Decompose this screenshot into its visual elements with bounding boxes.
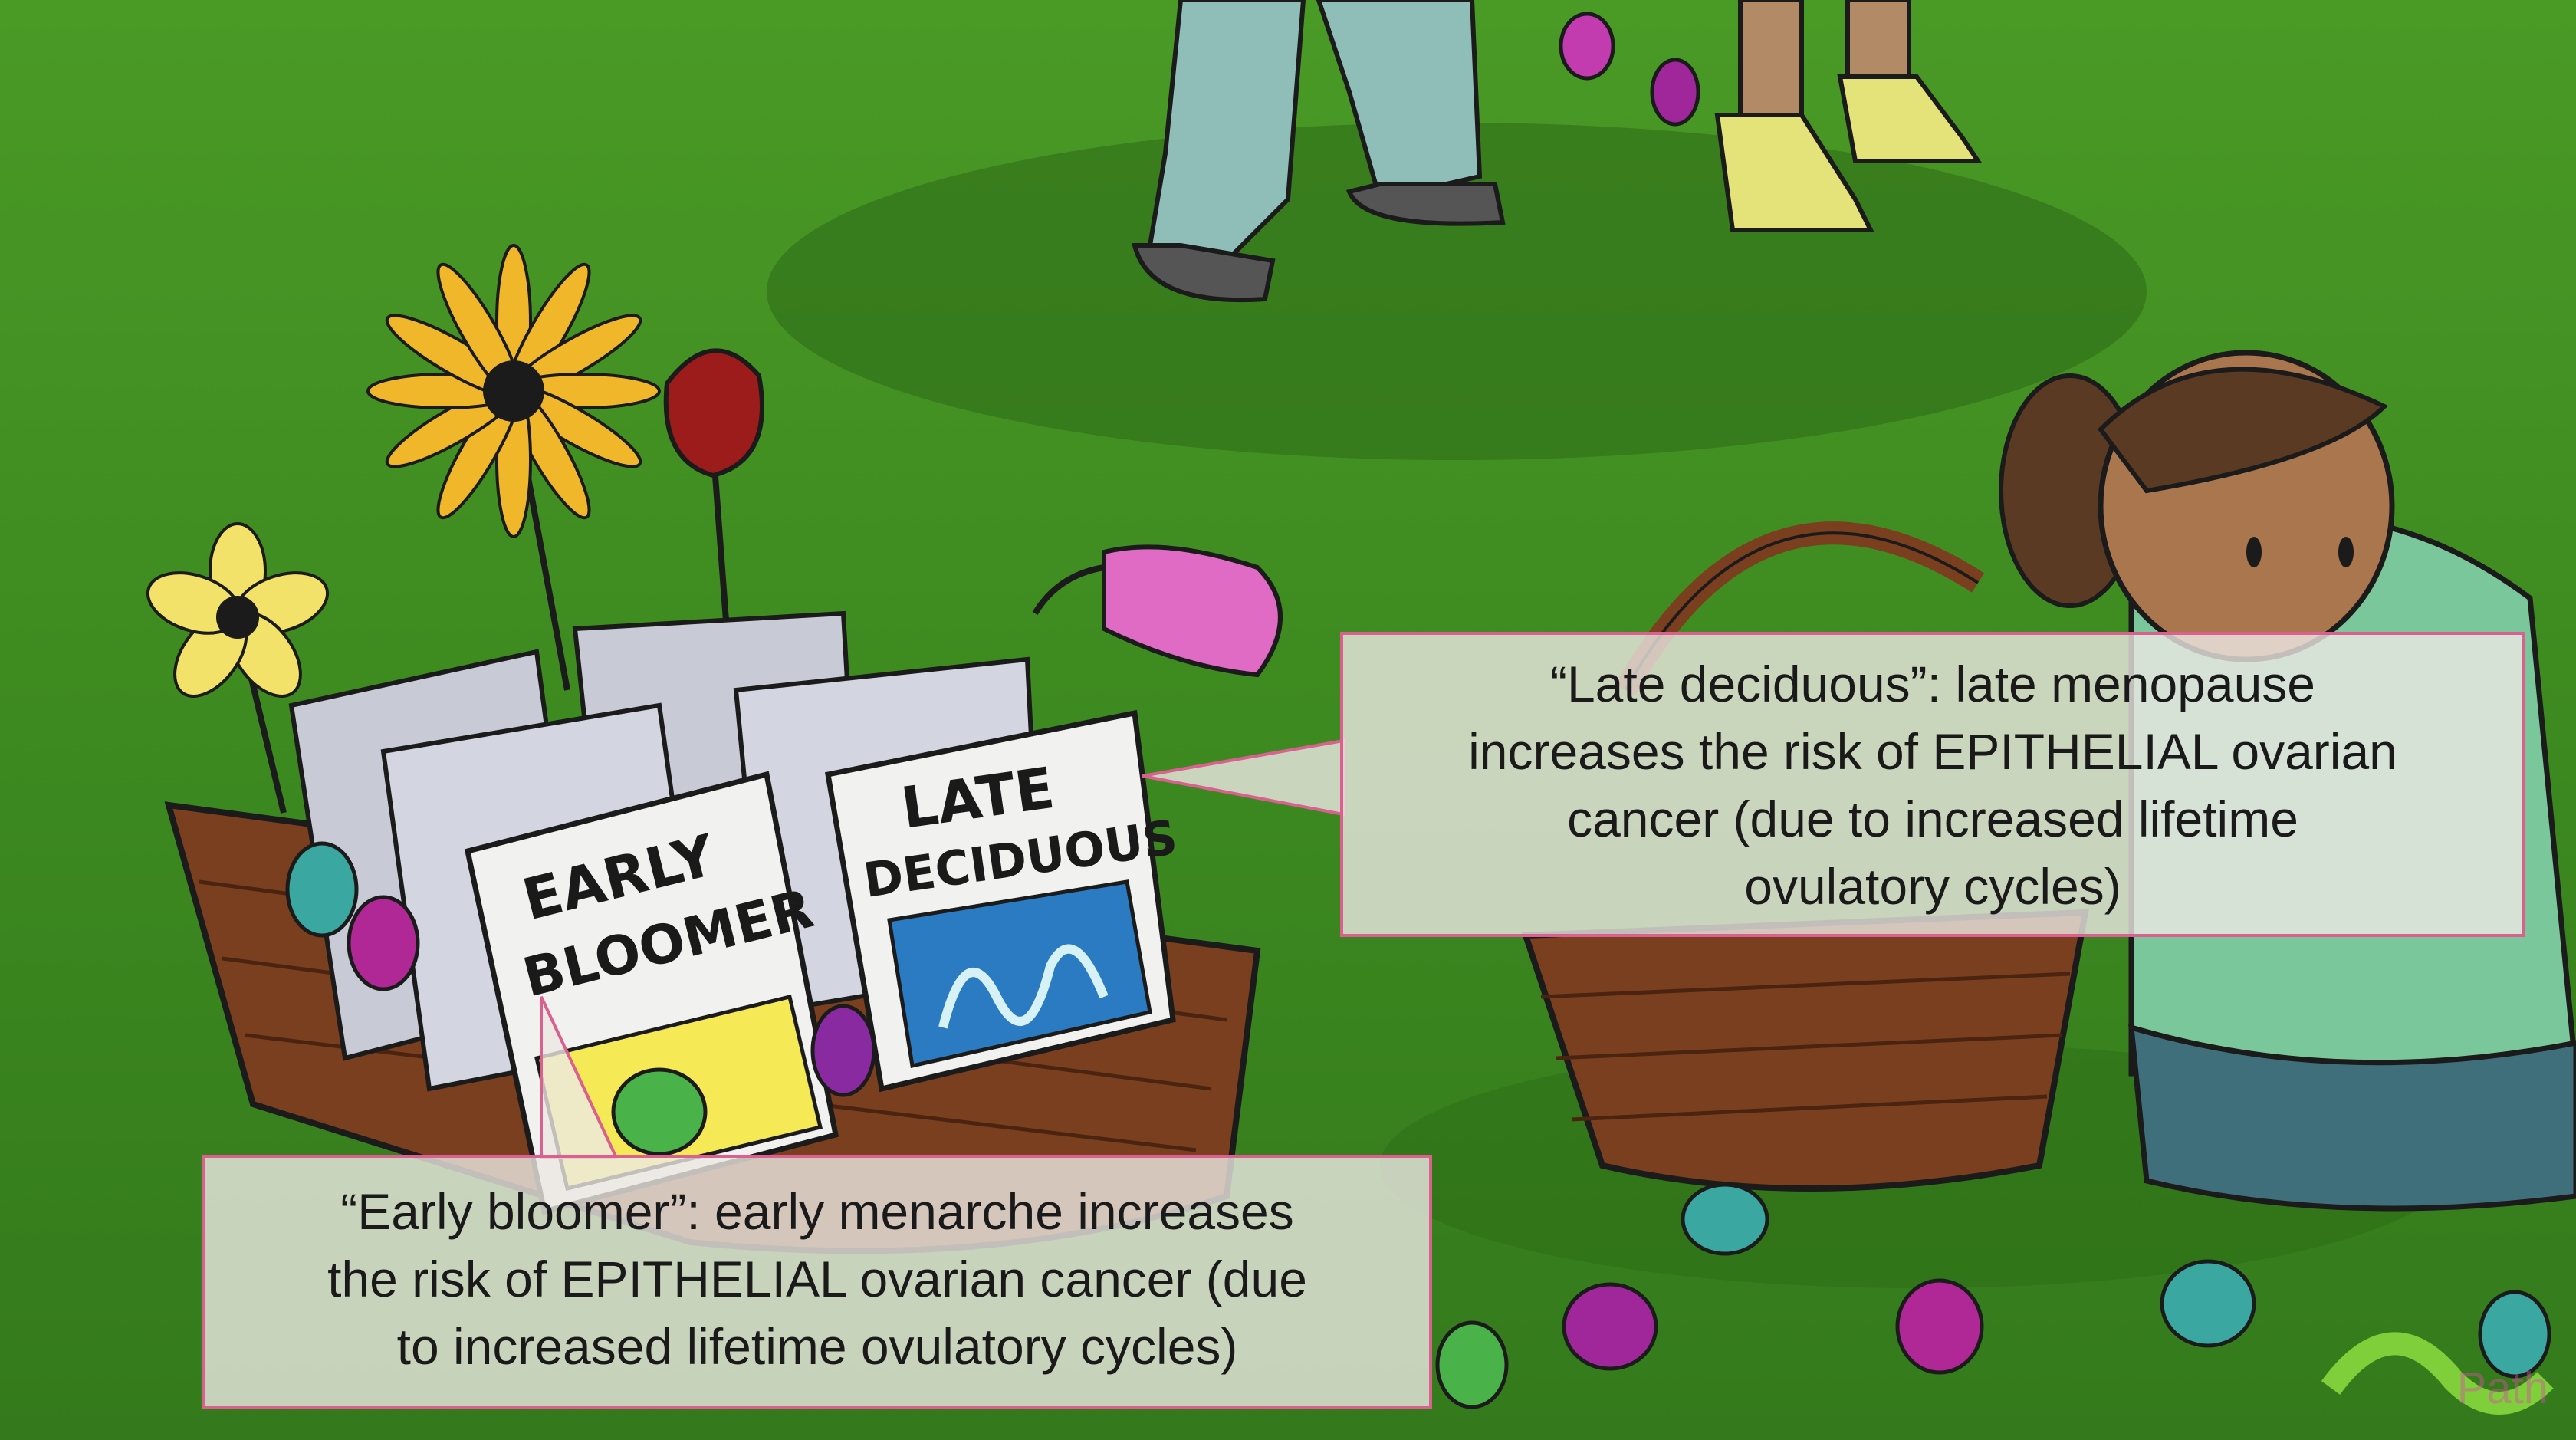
easter-egg: [1559, 12, 1615, 81]
callout-late-deciduous: “Late deciduous”: late menopause increas…: [1340, 632, 2525, 937]
easter-egg: [2160, 1259, 2256, 1348]
easter-egg: [1895, 1278, 1984, 1375]
callout-early-line: “Early bloomer”: early menarche increase…: [340, 1183, 1294, 1240]
callout-early-line: the risk of EPITHELIAL ovarian cancer (d…: [327, 1251, 1307, 1307]
easter-egg: [1681, 1182, 1769, 1256]
callout-early-line: to increased lifetime ovulatory cycles): [396, 1318, 1238, 1375]
watermark-logo: Path: [2456, 1363, 2548, 1413]
easter-egg: [810, 1004, 876, 1097]
easter-egg: [347, 895, 420, 991]
late-deciduous-packet: LATE DECIDUOUS: [824, 709, 1181, 1093]
callout-early-bloomer: “Early bloomer”: early menarche increase…: [202, 1155, 1432, 1409]
callout-late-line: cancer (due to increased lifetime: [1567, 791, 2298, 847]
easter-egg: [1562, 1282, 1658, 1371]
callout-late-line: ovulatory cycles): [1744, 858, 2121, 915]
easter-egg: [285, 841, 359, 938]
easter-egg: [1650, 58, 1700, 127]
callout-late-line: increases the risk of EPITHELIAL ovarian: [1468, 723, 2397, 780]
easter-egg: [1435, 1320, 1509, 1409]
callout-late-line: “Late deciduous”: late menopause: [1550, 656, 2315, 712]
